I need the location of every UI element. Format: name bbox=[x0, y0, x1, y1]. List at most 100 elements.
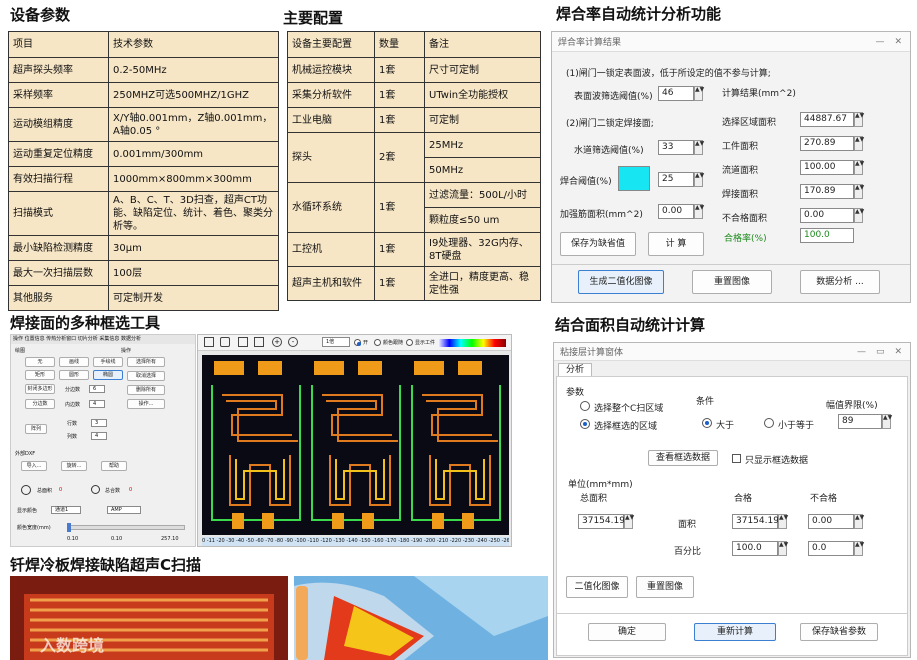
zoom-in-icon[interactable]: + bbox=[272, 337, 282, 347]
minimize-icon[interactable]: — bbox=[875, 37, 884, 47]
spin-icon[interactable]: ▲▼ bbox=[854, 160, 864, 175]
water-threshold-label: 水道筛选阈值(%) bbox=[574, 146, 644, 156]
config-header: 数量 bbox=[374, 31, 425, 58]
spin-icon[interactable]: ▲▼ bbox=[778, 541, 788, 556]
frame-menu[interactable]: 操作 位置信息 传热分析窗口 切片分析 采集信息 数据分析 bbox=[11, 335, 195, 344]
range-hi: 257.10 bbox=[161, 536, 179, 542]
spin-icon[interactable]: ▲▼ bbox=[854, 208, 864, 223]
help-button[interactable]: 帮助 bbox=[101, 461, 127, 471]
spec-row: 最大一次扫描层数 100层 bbox=[8, 260, 279, 286]
total-area-value[interactable]: 37154.19 bbox=[578, 514, 625, 529]
edge-count-label: 分边数 bbox=[65, 387, 81, 393]
pct-pass-value[interactable]: 100.0 bbox=[732, 541, 778, 556]
recalc-button[interactable]: 重新计算 bbox=[694, 623, 776, 641]
spin-icon[interactable]: ▲▼ bbox=[882, 414, 892, 429]
import-button[interactable]: 导入... bbox=[21, 461, 47, 471]
only-framed-checkbox[interactable] bbox=[732, 454, 741, 463]
water-threshold-input[interactable]: 33 bbox=[658, 140, 694, 155]
minimize-icon[interactable]: — bbox=[857, 347, 866, 357]
inner-count-input[interactable]: 4 bbox=[89, 400, 105, 408]
edge-count-input[interactable]: 6 bbox=[89, 385, 105, 393]
spin-icon[interactable]: ▲▼ bbox=[854, 184, 864, 199]
surface-threshold-label: 表面波筛选阈值(%) bbox=[574, 92, 653, 102]
draw-tool-button[interactable]: 圆形 bbox=[59, 370, 89, 380]
option-radio[interactable] bbox=[406, 339, 413, 346]
threshold-input[interactable]: 89 bbox=[838, 414, 882, 429]
config-cell: 1套 bbox=[374, 182, 425, 233]
radio-greater[interactable] bbox=[702, 418, 712, 428]
greater-label: 大于 bbox=[716, 421, 735, 431]
spin-icon[interactable]: ▲▼ bbox=[854, 541, 864, 556]
draw-tool-button[interactable]: 无 bbox=[25, 357, 55, 367]
draw-tool-button[interactable]: 椭圆 bbox=[93, 370, 123, 380]
spin-icon[interactable]: ▲▼ bbox=[694, 172, 704, 187]
op-button[interactable]: 操作... bbox=[127, 399, 165, 409]
binarize-button[interactable]: 二值化图像 bbox=[566, 576, 628, 598]
reset-image-button[interactable]: 重置图像 bbox=[692, 270, 772, 294]
close-icon[interactable]: ✕ bbox=[894, 37, 902, 47]
slider-handle[interactable] bbox=[67, 523, 71, 532]
pcb-cscan-image bbox=[202, 355, 509, 535]
binarize-button[interactable]: 生成二值化图像 bbox=[578, 270, 664, 294]
spin-icon[interactable]: ▲▼ bbox=[778, 514, 788, 529]
threshold-label: 幅值界限(%) bbox=[826, 401, 878, 411]
draw-tool-button[interactable]: 画线 bbox=[59, 357, 89, 367]
zoom-select[interactable]: 1倍 bbox=[322, 337, 350, 347]
area-fail-value[interactable]: 0.00 bbox=[808, 514, 854, 529]
calculate-button[interactable]: 计 算 bbox=[648, 232, 704, 256]
coldplate-detail bbox=[294, 576, 548, 660]
rotate-button[interactable]: 旋转... bbox=[61, 461, 87, 471]
zoom-out-icon[interactable]: - bbox=[288, 337, 298, 347]
spec-value: 0.001mm/300mm bbox=[108, 141, 279, 167]
radio-whole[interactable] bbox=[580, 401, 590, 411]
cols-input[interactable]: 4 bbox=[91, 432, 107, 440]
rows-input[interactable]: 3 bbox=[91, 419, 107, 427]
radio-framed[interactable] bbox=[580, 419, 590, 429]
op-button[interactable]: 删除所有 bbox=[127, 385, 165, 395]
radio-lesseq[interactable] bbox=[764, 418, 774, 428]
spin-icon[interactable]: ▲▼ bbox=[694, 86, 704, 101]
save-default-button[interactable]: 保存缺省参数 bbox=[800, 623, 878, 641]
ok-button[interactable]: 确定 bbox=[588, 623, 666, 641]
range-slider[interactable] bbox=[67, 525, 185, 530]
area-pass-value[interactable]: 37154.19 bbox=[732, 514, 779, 529]
close-icon[interactable]: ✕ bbox=[894, 347, 902, 357]
spin-icon[interactable]: ▲▼ bbox=[694, 204, 704, 219]
array-button[interactable]: 阵列 bbox=[25, 424, 47, 434]
draw-tool-button[interactable]: 分边数 bbox=[25, 399, 55, 409]
option-radio[interactable] bbox=[354, 339, 361, 346]
op-button[interactable]: 取消选择 bbox=[127, 371, 165, 381]
spin-icon[interactable]: ▲▼ bbox=[854, 112, 864, 127]
move-icon[interactable] bbox=[238, 337, 248, 347]
framed-label: 选择框选的区域 bbox=[594, 422, 658, 432]
rotate-icon[interactable] bbox=[220, 337, 230, 347]
data-analysis-button[interactable]: 数据分析 ... bbox=[800, 270, 880, 294]
spin-icon[interactable]: ▲▼ bbox=[694, 140, 704, 155]
op-button[interactable]: 选择所有 bbox=[127, 357, 165, 367]
maximize-icon[interactable]: ▭ bbox=[876, 347, 885, 357]
save-default-button[interactable]: 保存为缺省值 bbox=[560, 232, 636, 256]
reset-image-button[interactable]: 重置图像 bbox=[636, 576, 694, 598]
grid-icon[interactable] bbox=[204, 337, 214, 347]
draw-tool-button[interactable]: 手绘线 bbox=[93, 357, 123, 367]
amp-select[interactable]: AMP bbox=[107, 506, 141, 514]
view-framed-button[interactable]: 查看框选数据 bbox=[648, 450, 718, 466]
weld-color-swatch[interactable] bbox=[618, 166, 650, 191]
draw-tool-button[interactable]: 封闭多边形 bbox=[25, 384, 55, 394]
draw-tool-button[interactable]: 矩形 bbox=[25, 370, 55, 380]
channel-select[interactable]: 通道1 bbox=[51, 506, 81, 514]
pass-label: 合格 bbox=[734, 494, 753, 504]
spin-icon[interactable]: ▲▼ bbox=[624, 514, 634, 529]
spin-icon[interactable]: ▲▼ bbox=[854, 136, 864, 151]
only-framed-label: 只显示框选数据 bbox=[745, 456, 809, 466]
fit-icon[interactable] bbox=[254, 337, 264, 347]
pct-fail-value[interactable]: 0.0 bbox=[808, 541, 854, 556]
total-area-value: 0 bbox=[59, 487, 63, 493]
total-area-label: 总面积 bbox=[37, 488, 53, 494]
weld-threshold-input[interactable]: 25 bbox=[658, 172, 694, 187]
spin-icon[interactable]: ▲▼ bbox=[854, 514, 864, 529]
rib-area-input[interactable]: 0.00 bbox=[658, 204, 694, 219]
surface-threshold-input[interactable]: 46 bbox=[658, 86, 694, 101]
tab-analysis[interactable]: 分析 bbox=[558, 363, 592, 377]
option-radio[interactable] bbox=[374, 339, 381, 346]
